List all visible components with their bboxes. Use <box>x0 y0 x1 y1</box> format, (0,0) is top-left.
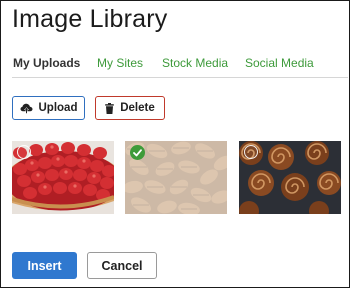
select-radio[interactable] <box>17 145 31 159</box>
image-thumbnail-cinnamon-rolls[interactable] <box>239 141 341 214</box>
image-library-dialog: Image Library My Uploads My Sites Stock … <box>0 0 350 288</box>
tab-my-uploads[interactable]: My Uploads <box>13 56 80 70</box>
cancel-button[interactable]: Cancel <box>87 252 157 279</box>
delete-button[interactable]: Delete <box>95 96 165 120</box>
image-thumbnail-strawberry-tart[interactable] <box>12 141 114 214</box>
trash-icon <box>105 102 115 114</box>
select-radio[interactable] <box>244 145 258 159</box>
tab-divider <box>12 77 348 78</box>
delete-button-label: Delete <box>120 102 155 114</box>
tab-stock-media[interactable]: Stock Media <box>162 56 228 70</box>
insert-button[interactable]: Insert <box>12 252 77 279</box>
selected-check-icon[interactable] <box>130 145 145 160</box>
cloud-upload-icon <box>20 103 33 114</box>
dialog-title: Image Library <box>12 5 168 33</box>
tab-bar: My Uploads My Sites Stock Media Social M… <box>1 51 350 79</box>
upload-button[interactable]: Upload <box>12 96 85 120</box>
upload-button-label: Upload <box>38 102 78 114</box>
image-thumbnail-pecans[interactable] <box>125 141 227 214</box>
tab-social-media[interactable]: Social Media <box>245 56 314 70</box>
tab-my-sites[interactable]: My Sites <box>97 56 143 70</box>
